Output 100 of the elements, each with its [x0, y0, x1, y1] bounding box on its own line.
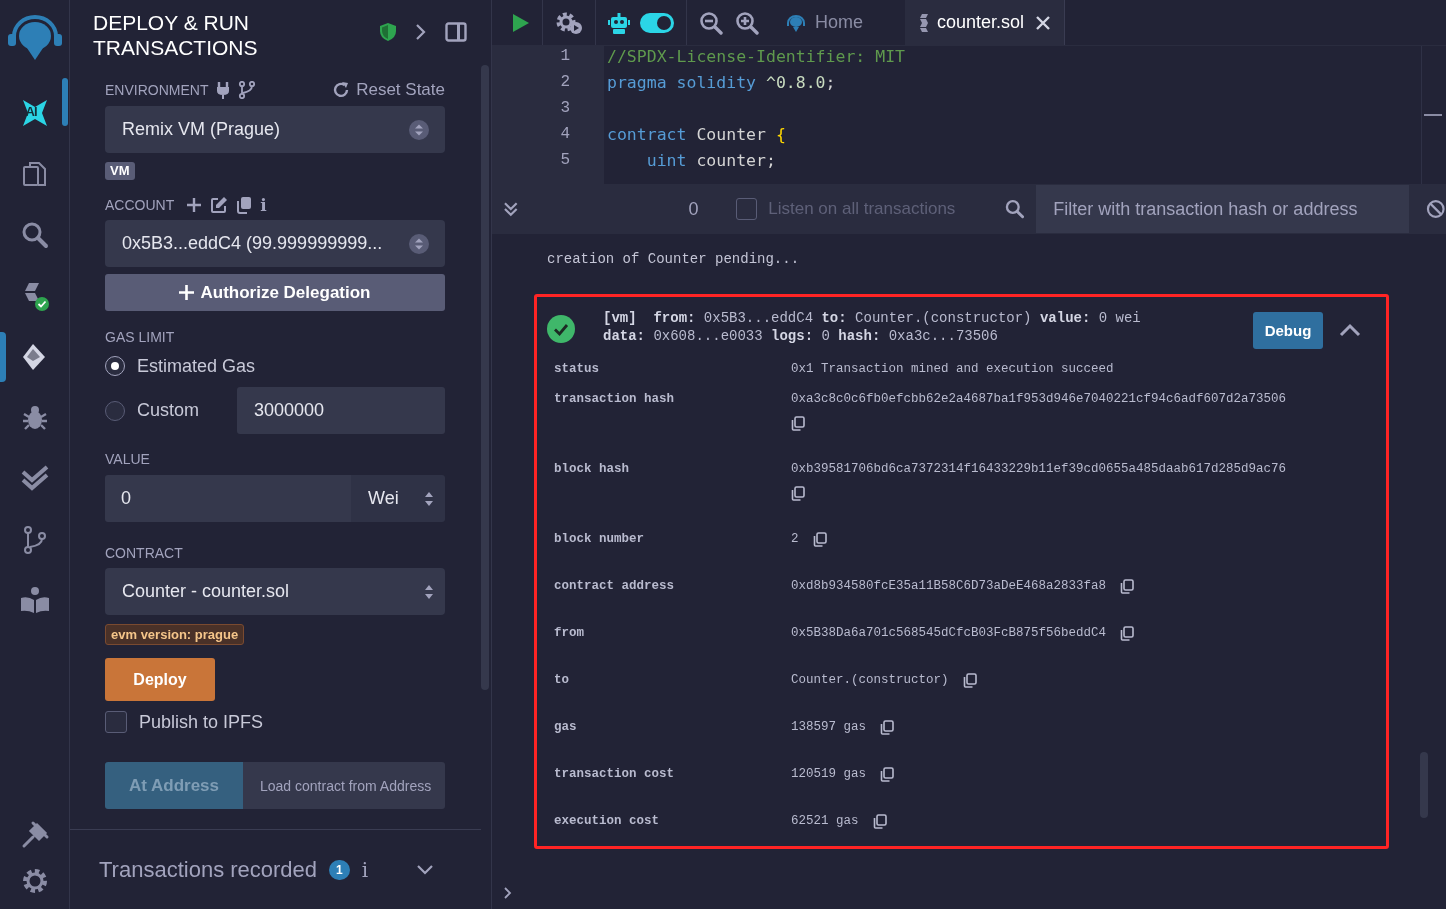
address-field[interactable]: Load contract from Address [243, 762, 445, 809]
shield-icon[interactable] [379, 22, 397, 42]
select-arrows-icon[interactable] [409, 119, 429, 140]
copy-icon[interactable] [1120, 625, 1135, 641]
transaction-summary: [vm] from: 0x5B3...eddC4 to: Counter.(constructor) value: 0 wei data: 0x608...e0033 logs: 0 hash: 0xa3c...73506 [603, 309, 1142, 345]
radio-label: Custom [137, 400, 199, 421]
close-icon[interactable] [1036, 15, 1051, 30]
info-icon[interactable]: i [361, 858, 369, 882]
gear-play-icon[interactable] [555, 10, 583, 35]
detail-key: gas [554, 718, 791, 736]
deploy-button[interactable]: Deploy [105, 658, 215, 701]
clear-icon[interactable] [1426, 199, 1446, 219]
side-panel-icon[interactable] [445, 22, 467, 42]
unit-select[interactable]: Wei [351, 475, 445, 522]
edit-icon[interactable] [210, 196, 229, 214]
contract-select[interactable]: Counter - counter.sol [105, 568, 445, 615]
robot-icon[interactable] [608, 11, 630, 34]
reload-icon [332, 81, 351, 99]
prompt-chevron-icon [504, 887, 512, 899]
panel-title: DEPLOY & RUN TRANSACTIONS [93, 10, 259, 60]
checkbox[interactable] [735, 198, 758, 220]
filter-field[interactable]: Filter with transaction hash or address [1036, 185, 1410, 233]
copy-icon[interactable] [1120, 578, 1135, 594]
detail-key: execution cost [554, 812, 791, 830]
radio-button[interactable] [105, 400, 125, 421]
plus-icon[interactable] [186, 197, 203, 213]
copy-icon[interactable] [812, 531, 827, 547]
detail-key: status [554, 360, 791, 378]
remix-logo-icon [785, 12, 807, 33]
info-icon[interactable]: i [260, 195, 267, 215]
line-number: 2 [559, 73, 571, 93]
gas-limit-field[interactable]: 3000000 [237, 387, 445, 434]
section-label: CONTRACT [105, 545, 183, 561]
environment-select[interactable]: Remix VM (Prague) [105, 106, 445, 153]
section-label: ACCOUNT [105, 197, 175, 213]
detail-value: 0x1 Transaction mined and execution succeed [791, 361, 1114, 378]
line-number: 5 [559, 151, 571, 171]
detail-value: 120519 gas [791, 766, 866, 783]
scrollbar[interactable] [62, 78, 68, 126]
editor-tab[interactable]: counter.sol [905, 0, 1066, 45]
detail-value: 0x5B38Da6a701c568545dCfcB03FcB875f56beddC4 [791, 625, 1107, 642]
evm-version-badge: evm version: prague [105, 624, 245, 645]
debug-button[interactable]: Debug [1253, 312, 1323, 349]
chevron-right-icon[interactable] [415, 23, 427, 41]
detail-value: 2 [791, 531, 799, 548]
detail-key: from [554, 624, 791, 642]
zoom-out-icon[interactable] [699, 10, 723, 35]
reset-state-button[interactable]: Reset State [332, 80, 445, 100]
vm-badge: VM [105, 162, 135, 180]
code-line: uint counter; [645, 151, 777, 172]
authorize-delegation-button[interactable]: Authorize Delegation [105, 274, 445, 311]
checkbox-label: Listen on all transactions [768, 199, 957, 219]
copy-icon[interactable] [962, 672, 977, 688]
log-line: creation of Counter pending... [547, 251, 801, 267]
detail-key: contract address [554, 577, 791, 595]
pending-count: 0 [688, 198, 700, 220]
line-number: 1 [559, 47, 571, 67]
chevron-up-icon[interactable] [1339, 323, 1361, 337]
section-label: ENVIRONMENT [105, 82, 209, 98]
detail-key: block hash [554, 460, 791, 501]
radio-button[interactable] [105, 356, 125, 376]
copy-icon[interactable] [880, 719, 894, 735]
checkbox[interactable] [105, 711, 127, 733]
select-arrows-icon[interactable] [409, 233, 429, 254]
section-title: Transactions recorded [99, 857, 318, 883]
section-label: GAS LIMIT [105, 329, 175, 345]
search-icon[interactable] [1004, 199, 1025, 219]
section-label: VALUE [105, 451, 150, 467]
success-check-icon [547, 315, 575, 343]
chevron-down-icon[interactable] [417, 865, 433, 875]
copy-icon[interactable] [880, 766, 894, 782]
detail-value: 138597 gas [791, 719, 866, 736]
copy-icon[interactable] [791, 486, 805, 501]
double-chevron-down-icon[interactable] [503, 201, 519, 217]
count-badge: 1 [329, 860, 350, 880]
detail-value: 62521 gas [791, 813, 859, 830]
code-line: //SPDX-License-Identifier: MIT [607, 47, 906, 68]
detail-key: transaction cost [554, 765, 791, 783]
detail-value: Counter.(constructor) [791, 672, 949, 689]
account-select[interactable]: 0x5B3...eddC4 (99.999999999... [105, 220, 445, 267]
editor-tab[interactable]: Home [771, 0, 877, 45]
detail-value: 0xd8b934580fcE35a11B58C6D73aDeE468a2833fa8 [791, 578, 1107, 595]
line-number: 3 [559, 99, 571, 119]
ai-label: AI [25, 104, 37, 119]
radio-label: Estimated Gas [137, 355, 256, 377]
zoom-in-icon[interactable] [735, 10, 759, 35]
detail-value: 0xa3c8c0c6fb0efcbb62e2a4687ba1f953d946e7040221cf94c6adf607d2a73506 [791, 391, 1287, 408]
code-line: pragma solidity ^0.8.0; [607, 73, 837, 94]
play-icon[interactable] [512, 12, 530, 33]
copy-icon[interactable] [791, 416, 805, 431]
copy-icon[interactable] [872, 813, 887, 829]
detail-value: 0xb39581706bd6ca7372314f16433229b11ef39cd0655a485daab617d285d9ac76 [791, 461, 1287, 478]
checkbox-label: Publish to IPFS [139, 711, 264, 733]
fork-icon[interactable] [238, 81, 257, 99]
copy-icon[interactable] [236, 196, 253, 214]
detail-key: block number [554, 530, 791, 548]
detail-key: transaction hash [554, 390, 791, 431]
line-number: 4 [559, 125, 571, 145]
toggle-switch[interactable] [640, 12, 674, 33]
value-field[interactable]: 0 [105, 475, 351, 522]
